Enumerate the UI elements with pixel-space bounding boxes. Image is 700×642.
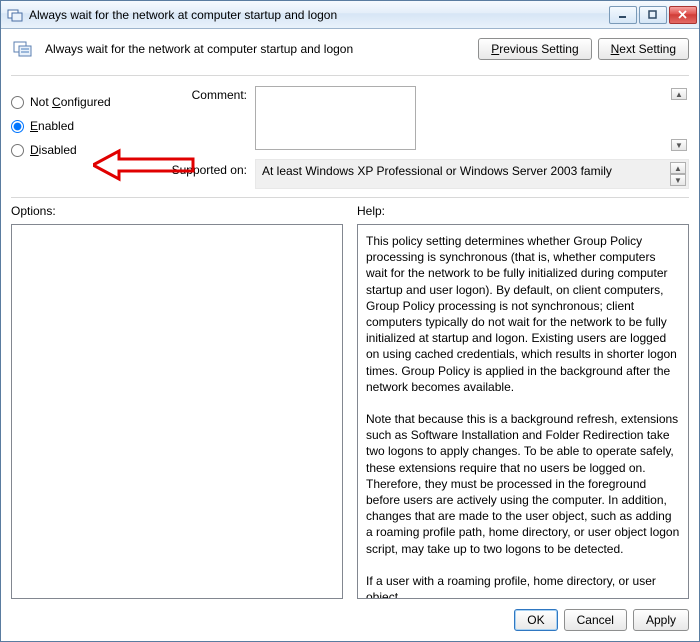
policy-icon	[11, 37, 35, 61]
next-setting-button[interactable]: Next Setting	[598, 38, 689, 60]
supported-on-label: Supported on:	[157, 159, 247, 177]
divider	[11, 75, 689, 76]
window-title: Always wait for the network at computer …	[29, 8, 607, 22]
options-label: Options:	[11, 204, 343, 218]
enabled-label[interactable]: Enabled	[30, 119, 74, 133]
ok-button[interactable]: OK	[514, 609, 557, 631]
supported-on-value: At least Windows XP Professional or Wind…	[255, 159, 689, 189]
comment-textarea[interactable]	[255, 86, 416, 150]
help-label: Help:	[357, 204, 689, 218]
help-pane[interactable]: This policy setting determines whether G…	[357, 224, 689, 599]
supported-scroll-down[interactable]: ▼	[670, 174, 686, 186]
title-bar: Always wait for the network at computer …	[1, 1, 699, 29]
comment-scroll-up[interactable]: ▲	[671, 88, 687, 100]
previous-setting-button[interactable]: Previous Setting	[478, 38, 591, 60]
close-button[interactable]	[669, 6, 697, 24]
comment-scroll-down[interactable]: ▼	[671, 139, 687, 151]
maximize-button[interactable]	[639, 6, 667, 24]
options-pane[interactable]	[11, 224, 343, 599]
app-icon	[7, 7, 23, 23]
not-configured-radio[interactable]	[11, 96, 24, 109]
disabled-radio[interactable]	[11, 144, 24, 157]
enabled-radio[interactable]	[11, 120, 24, 133]
minimize-button[interactable]	[609, 6, 637, 24]
apply-button[interactable]: Apply	[633, 609, 689, 631]
not-configured-label[interactable]: Not Configured	[30, 95, 111, 109]
divider	[11, 197, 689, 198]
page-title: Always wait for the network at computer …	[45, 42, 468, 56]
comment-label: Comment:	[157, 86, 247, 102]
cancel-button[interactable]: Cancel	[564, 609, 627, 631]
disabled-label[interactable]: Disabled	[30, 143, 77, 157]
supported-scroll-up[interactable]: ▲	[670, 162, 686, 174]
